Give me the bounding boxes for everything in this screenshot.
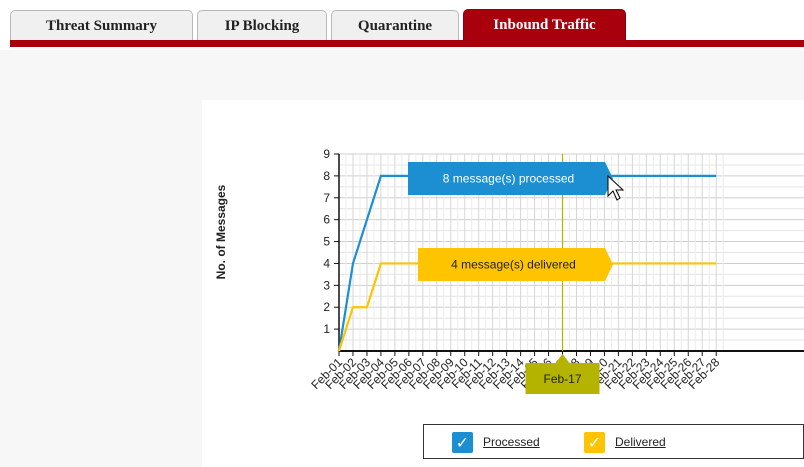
y-tick-label: 6	[323, 213, 330, 227]
processed-tooltip: 8 message(s) processed	[408, 162, 613, 195]
legend-label-processed[interactable]: Processed	[483, 435, 540, 449]
y-tick-label: 8	[323, 169, 330, 183]
y-tick-label: 2	[323, 300, 330, 314]
y-tick-label: 3	[323, 278, 330, 292]
processed-checkbox-icon[interactable]: ✓	[452, 431, 473, 453]
y-tick-label: 9	[323, 147, 330, 161]
processed-tooltip-text: 8 message(s) processed	[443, 172, 574, 186]
y-tick-label: 1	[323, 322, 330, 336]
legend-label-delivered[interactable]: Delivered	[615, 435, 666, 449]
y-tick-label: 5	[323, 235, 330, 249]
inbound-traffic-chart: 123456789No. of MessagesFeb-01Feb-02Feb-…	[214, 147, 804, 394]
y-tick-label: 7	[323, 191, 330, 205]
legend-item-processed[interactable]: ✓ Processed	[452, 431, 540, 453]
crosshair-x-tooltip-text: Feb-17	[544, 372, 582, 386]
delivered-checkbox-icon[interactable]: ✓	[584, 431, 605, 453]
y-tick-label: 4	[323, 256, 330, 270]
legend-item-delivered[interactable]: ✓ Delivered	[584, 431, 666, 453]
mouse-cursor-icon	[607, 174, 625, 201]
y-axis-title: No. of Messages	[214, 184, 228, 279]
chart-legend: ✓ Processed ✓ Delivered	[423, 424, 804, 459]
delivered-tooltip: 4 message(s) delivered	[418, 248, 613, 281]
delivered-tooltip-text: 4 message(s) delivered	[451, 258, 576, 272]
